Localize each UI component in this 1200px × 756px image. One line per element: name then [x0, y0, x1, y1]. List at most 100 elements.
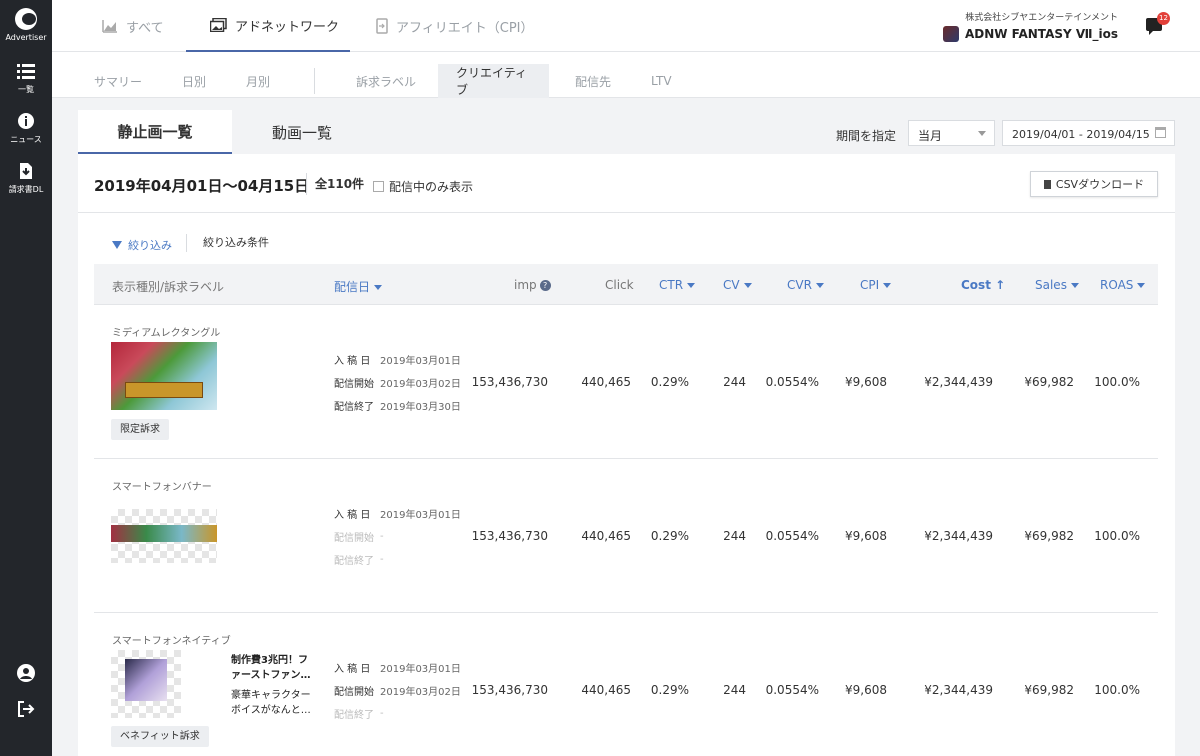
- area-chart-icon: [102, 20, 117, 33]
- cell-cvr: 0.0554%: [765, 683, 819, 697]
- header-label: CPI: [860, 278, 880, 292]
- cell-cost: ¥2,344,439: [924, 529, 993, 543]
- sidebar-item-label: 一覧: [18, 85, 34, 94]
- help-icon[interactable]: ?: [539, 280, 551, 291]
- date-value: -: [380, 708, 384, 719]
- tab-monthly[interactable]: 月別: [228, 64, 288, 98]
- filter-button[interactable]: 絞り込み: [112, 237, 172, 253]
- date-value: 2019年03月01日: [380, 510, 461, 521]
- sort-caret-icon: [883, 283, 892, 288]
- sort-caret-icon: [815, 283, 824, 288]
- date-key: 配信開始: [334, 687, 374, 698]
- only-live-checkbox[interactable]: [373, 181, 384, 192]
- header-label: CV: [723, 278, 740, 292]
- date-key: 配信終了: [334, 556, 374, 567]
- date-key: 配信終了: [334, 402, 374, 413]
- cell-ctr: 0.29%: [650, 683, 689, 697]
- row-type: スマートフォンネイティブ: [112, 636, 231, 647]
- cell-cvr: 0.0554%: [765, 375, 819, 389]
- table-row[interactable]: スマートフォンバナー 入 稿 日 2019年03月01日 配信開始 - 配信終了 - …: [94, 459, 1158, 613]
- cell-cpi: ¥9,608: [845, 375, 887, 389]
- header-cv[interactable]: CV: [723, 278, 752, 292]
- tab-all[interactable]: すべて: [102, 0, 164, 52]
- creative-thumbnail[interactable]: [111, 342, 217, 410]
- header-date[interactable]: 配信日: [334, 278, 383, 295]
- cell-roas: 100.0%: [1094, 529, 1140, 543]
- sort-up-icon: ↑: [990, 278, 1006, 292]
- creative-thumbnail[interactable]: [111, 509, 217, 563]
- header-type: 表示種別/訴求ラベル: [112, 280, 225, 294]
- period-select[interactable]: 当月: [908, 120, 995, 146]
- creative-thumbnail[interactable]: [111, 650, 181, 718]
- date-key: 配信開始: [334, 379, 374, 390]
- top-navigation: すべて アドネットワーク アフィリエイト（CPI） 株式会社シブヤエンターテイン…: [52, 0, 1200, 52]
- header-label: Sales: [1035, 278, 1067, 292]
- tab-videos[interactable]: 動画一覧: [232, 110, 372, 154]
- header-ctr[interactable]: CTR: [659, 278, 696, 292]
- tab-static-images[interactable]: 静止画一覧: [78, 110, 232, 154]
- thumbnail-banner: [125, 382, 203, 398]
- header-cvr[interactable]: CVR: [787, 278, 824, 292]
- thumbnail-banner: [111, 525, 217, 542]
- header-sales[interactable]: Sales: [1035, 278, 1079, 292]
- table-header: 表示種別/訴求ラベル 配信日 imp? Click CTR CV CVR CPI…: [94, 264, 1158, 305]
- cell-sales: ¥69,982: [1024, 529, 1074, 543]
- sidebar-item-invoice-download[interactable]: 請求書DL: [0, 162, 52, 195]
- notification-badge: 12: [1157, 12, 1170, 25]
- sidebar-item-news[interactable]: ニュース: [0, 112, 52, 145]
- tab-label: アドネットワーク: [235, 19, 340, 35]
- sort-caret-icon: [743, 283, 752, 288]
- cell-click: 440,465: [581, 375, 631, 389]
- date-range-title: 2019年04月01日〜04月15日: [94, 177, 310, 195]
- filter-icon: [112, 241, 122, 249]
- table-row[interactable]: ミディアムレクタングル 限定訴求 入 稿 日 2019年03月01日 配信開始 20…: [94, 305, 1158, 459]
- date-key: 入 稿 日: [334, 664, 371, 675]
- cell-cv: 244: [723, 683, 746, 697]
- tab-ltv[interactable]: LTV: [633, 64, 690, 98]
- date-key: 入 稿 日: [334, 510, 371, 521]
- download-doc-icon: [20, 163, 32, 179]
- brand-name: Advertiser: [5, 33, 47, 42]
- file-icon: [1043, 179, 1051, 189]
- csv-download-button[interactable]: CSVダウンロード: [1030, 171, 1158, 197]
- cell-cpi: ¥9,608: [845, 529, 887, 543]
- header-label: imp: [514, 278, 537, 292]
- cell-cv: 244: [723, 529, 746, 543]
- logout-button[interactable]: [0, 700, 52, 721]
- tab-summary[interactable]: サマリー: [76, 64, 160, 98]
- native-title: 制作費3兆円！ファーストファン…: [231, 655, 311, 681]
- delivery-dates: 入 稿 日 2019年03月01日 配信開始 - 配信終了 -: [334, 502, 461, 571]
- app-selector[interactable]: ADNW FANTASY Ⅶ_ios: [942, 26, 1118, 42]
- table-row[interactable]: スマートフォンネイティブ 制作費3兆円！ファーストファン… 豪華キャラクターボイ…: [94, 613, 1158, 756]
- user-button[interactable]: [0, 664, 52, 685]
- header-cost[interactable]: Cost ↑: [961, 278, 1005, 292]
- tab-adnetwork[interactable]: アドネットワーク: [186, 0, 350, 52]
- tab-placement[interactable]: 配信先: [557, 64, 629, 98]
- row-type: ミディアムレクタングル: [112, 328, 221, 339]
- cell-roas: 100.0%: [1094, 683, 1140, 697]
- header-label: CTR: [659, 278, 684, 292]
- header-label: CVR: [787, 278, 812, 292]
- sort-caret-icon: [687, 283, 696, 288]
- only-live-toggle[interactable]: 配信中のみ表示: [373, 178, 473, 195]
- cell-cv: 244: [723, 375, 746, 389]
- tab-creative[interactable]: クリエイティブ: [438, 64, 549, 98]
- tab-appeal-label[interactable]: 訴求ラベル: [338, 64, 434, 98]
- total-count: 全110件: [306, 173, 364, 195]
- cell-ctr: 0.29%: [650, 375, 689, 389]
- date-key: 配信終了: [334, 710, 374, 721]
- brand[interactable]: Advertiser: [0, 8, 52, 42]
- date-value: 2019年03月01日: [380, 356, 461, 367]
- tab-affiliate[interactable]: アフィリエイト（CPI）: [376, 0, 534, 52]
- sidebar-item-list[interactable]: 一覧: [0, 62, 52, 95]
- cell-cpi: ¥9,608: [845, 683, 887, 697]
- app-icon: [942, 26, 959, 42]
- header-roas[interactable]: ROAS: [1100, 278, 1146, 292]
- filter-conditions[interactable]: 絞り込み条件: [186, 234, 269, 252]
- calendar-icon: [1155, 127, 1166, 138]
- date-range-input[interactable]: 2019/04/01 - 2019/04/15: [1002, 120, 1175, 146]
- images-icon: [210, 18, 227, 32]
- header-label: Cost: [961, 278, 991, 292]
- header-cpi[interactable]: CPI: [860, 278, 892, 292]
- tab-daily[interactable]: 日別: [164, 64, 224, 98]
